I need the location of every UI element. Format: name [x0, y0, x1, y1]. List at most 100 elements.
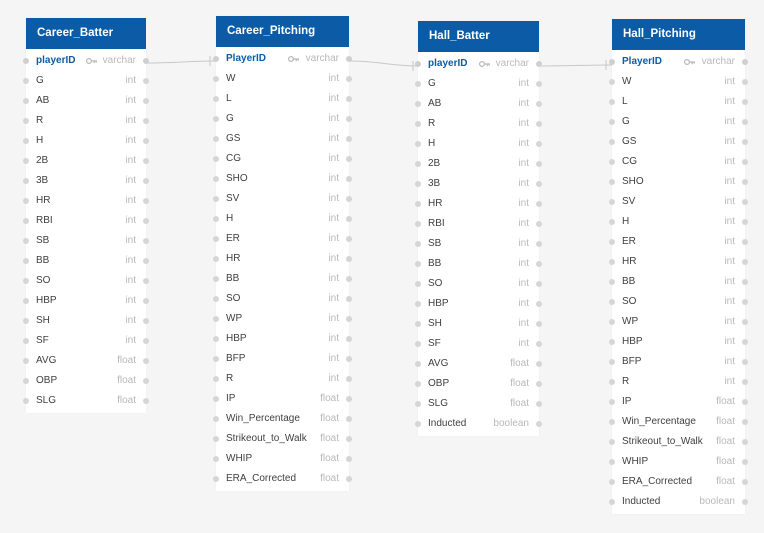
connection-handle-left[interactable]	[23, 198, 29, 204]
field-row[interactable]: WP int	[609, 312, 748, 332]
connection-handle-right[interactable]	[536, 101, 542, 107]
field-row[interactable]: RBI int	[23, 211, 149, 231]
field-row[interactable]: Win_Percentage float	[213, 409, 352, 429]
connection-handle-left[interactable]	[609, 439, 615, 445]
connection-handle-left[interactable]	[213, 416, 219, 422]
connection-handle-right[interactable]	[346, 456, 352, 462]
field-row[interactable]: Gint	[609, 112, 748, 132]
table-header[interactable]: Career_Batter	[26, 18, 146, 49]
connection-handle-right[interactable]	[346, 356, 352, 362]
connection-handle-left[interactable]	[23, 58, 29, 64]
connection-handle-left[interactable]	[609, 139, 615, 145]
field-row[interactable]: BB int	[23, 251, 149, 271]
connection-handle-left[interactable]	[213, 256, 219, 262]
field-row[interactable]: BB int	[213, 269, 352, 289]
connection-handle-left[interactable]	[609, 319, 615, 325]
field-row[interactable]: Hint	[213, 209, 352, 229]
connection-handle-left[interactable]	[213, 156, 219, 162]
connection-handle-left[interactable]	[213, 56, 219, 62]
connection-handle-left[interactable]	[415, 121, 421, 127]
field-row[interactable]: SLG float	[415, 394, 542, 414]
connection-handle-right[interactable]	[742, 239, 748, 245]
connection-handle-left[interactable]	[23, 218, 29, 224]
connection-handle-left[interactable]	[415, 101, 421, 107]
field-row[interactable]: Rint	[23, 111, 149, 131]
field-row[interactable]: CG int	[213, 149, 352, 169]
field-row[interactable]: BFP int	[213, 349, 352, 369]
connection-handle-right[interactable]	[536, 221, 542, 227]
field-row[interactable]: SO int	[415, 274, 542, 294]
connection-handle-left[interactable]	[415, 381, 421, 387]
connection-handle-right[interactable]	[346, 336, 352, 342]
field-row[interactable]: Gint	[23, 71, 149, 91]
connection-handle-right[interactable]	[536, 81, 542, 87]
connection-handle-left[interactable]	[23, 258, 29, 264]
connection-handle-left[interactable]	[415, 341, 421, 347]
connection-handle-right[interactable]	[143, 58, 149, 64]
field-row[interactable]: HBP int	[213, 329, 352, 349]
connection-handle-left[interactable]	[213, 176, 219, 182]
connection-handle-right[interactable]	[742, 459, 748, 465]
field-row[interactable]: Wint	[213, 69, 352, 89]
connection-handle-left[interactable]	[609, 419, 615, 425]
connection-handle-left[interactable]	[609, 459, 615, 465]
connection-handle-left[interactable]	[415, 261, 421, 267]
field-row[interactable]: HR int	[23, 191, 149, 211]
field-row[interactable]: Inducted boolean	[415, 414, 542, 434]
field-row[interactable]: OBP float	[415, 374, 542, 394]
connection-handle-right[interactable]	[536, 61, 542, 67]
field-row[interactable]: WHIP float	[609, 452, 748, 472]
field-row[interactable]: Gint	[213, 109, 352, 129]
field-row[interactable]: HR int	[213, 249, 352, 269]
connection-handle-left[interactable]	[609, 159, 615, 165]
connection-handle-right[interactable]	[143, 218, 149, 224]
connection-handle-right[interactable]	[742, 219, 748, 225]
field-row[interactable]: SF int	[23, 331, 149, 351]
field-row[interactable]: HBP int	[609, 332, 748, 352]
connection-handle-left[interactable]	[23, 158, 29, 164]
connection-handle-left[interactable]	[609, 399, 615, 405]
connection-handle-left[interactable]	[213, 116, 219, 122]
field-row[interactable]: SF int	[415, 334, 542, 354]
connection-handle-left[interactable]	[213, 96, 219, 102]
field-row[interactable]: Rint	[415, 114, 542, 134]
connection-handle-right[interactable]	[742, 379, 748, 385]
field-row[interactable]: BB int	[415, 254, 542, 274]
connection-handle-left[interactable]	[609, 339, 615, 345]
connection-handle-right[interactable]	[346, 296, 352, 302]
connection-handle-right[interactable]	[742, 339, 748, 345]
connection-handle-left[interactable]	[213, 136, 219, 142]
connection-handle-right[interactable]	[742, 419, 748, 425]
field-row[interactable]: Gint	[415, 74, 542, 94]
connection-handle-right[interactable]	[536, 261, 542, 267]
field-row[interactable]: HR int	[609, 252, 748, 272]
connection-handle-left[interactable]	[415, 301, 421, 307]
field-row[interactable]: PlayerID varchar	[609, 52, 748, 72]
connection-handle-left[interactable]	[609, 379, 615, 385]
connection-handle-right[interactable]	[536, 121, 542, 127]
connection-handle-left[interactable]	[213, 316, 219, 322]
connection-handle-left[interactable]	[609, 259, 615, 265]
connection-handle-right[interactable]	[742, 299, 748, 305]
connection-handle-left[interactable]	[609, 99, 615, 105]
connection-handle-left[interactable]	[213, 456, 219, 462]
connection-handle-left[interactable]	[609, 239, 615, 245]
connection-handle-right[interactable]	[742, 159, 748, 165]
connection-handle-left[interactable]	[609, 219, 615, 225]
field-row[interactable]: HR int	[415, 194, 542, 214]
connection-handle-right[interactable]	[346, 376, 352, 382]
connection-handle-right[interactable]	[536, 161, 542, 167]
field-row[interactable]: ERA_Corrected float	[213, 469, 352, 489]
connection-handle-right[interactable]	[742, 199, 748, 205]
connection-handle-right[interactable]	[742, 399, 748, 405]
field-row[interactable]: ERA_Corrected float	[609, 472, 748, 492]
connection-handle-right[interactable]	[143, 78, 149, 84]
connection-handle-left[interactable]	[23, 378, 29, 384]
connection-handle-right[interactable]	[536, 421, 542, 427]
connection-handle-left[interactable]	[609, 499, 615, 505]
field-row[interactable]: Hint	[23, 131, 149, 151]
connection-handle-right[interactable]	[536, 341, 542, 347]
connection-handle-right[interactable]	[742, 79, 748, 85]
connection-handle-left[interactable]	[415, 401, 421, 407]
connection-handle-right[interactable]	[742, 279, 748, 285]
